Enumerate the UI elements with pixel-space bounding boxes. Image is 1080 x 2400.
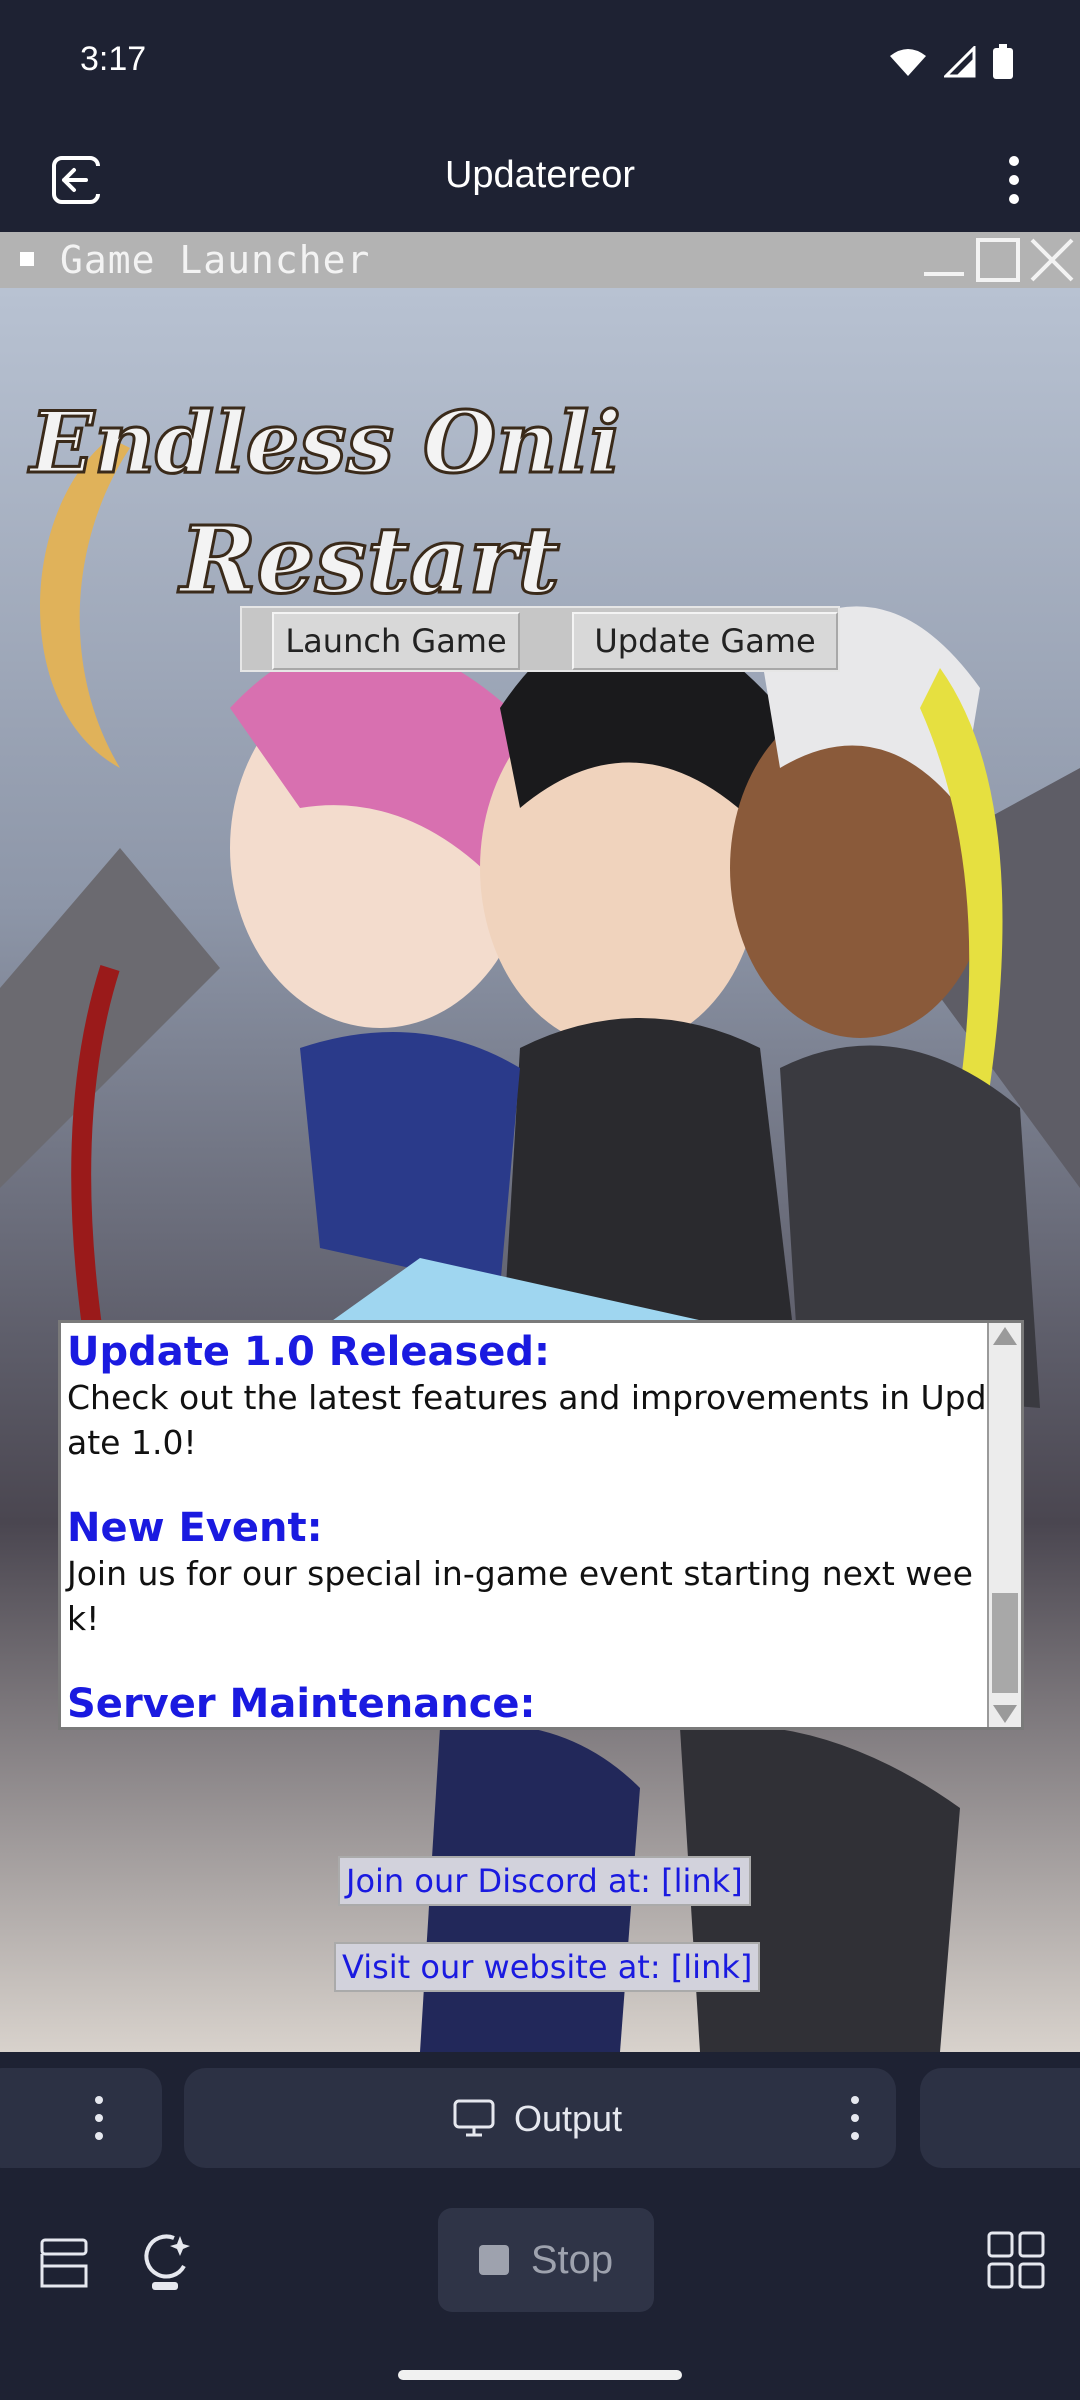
scroll-down-icon[interactable] <box>993 1705 1017 1723</box>
logo-line1: Endless Online <box>28 393 620 492</box>
update-game-button[interactable]: Update Game <box>572 612 838 670</box>
game-logo: Endless Online Restart <box>27 392 621 603</box>
tab-output-label: Output <box>514 2098 623 2139</box>
status-icons <box>888 44 1014 80</box>
home-indicator[interactable] <box>398 2370 682 2380</box>
logo-line2: Restart <box>177 506 560 602</box>
news-scrollbar[interactable] <box>987 1323 1021 1727</box>
app-title: Updatereor <box>444 154 636 196</box>
window-title: Game Launcher <box>60 238 371 282</box>
scroll-up-icon[interactable] <box>993 1327 1017 1345</box>
tab-previous[interactable] <box>0 2068 162 2168</box>
stop-button[interactable]: Stop <box>438 2208 654 2312</box>
panel-tab-strip: Output <box>0 2052 1080 2200</box>
news-heading: Update 1.0 Released: <box>67 1329 551 1375</box>
more-vertical-icon <box>1009 156 1019 204</box>
maximize-icon[interactable] <box>974 236 1022 284</box>
status-bar: 3:17 <box>0 0 1080 130</box>
scroll-thumb[interactable] <box>992 1593 1018 1693</box>
close-icon[interactable] <box>1028 236 1076 284</box>
signal-icon <box>944 46 976 78</box>
news-heading: New Event: <box>67 1505 323 1551</box>
wifi-icon <box>890 49 926 76</box>
launch-game-button[interactable]: Launch Game <box>272 612 520 670</box>
news-panel[interactable]: Update 1.0 Released: Check out the lates… <box>58 1320 1024 1730</box>
launcher-button-bar: Launch Game Update Game <box>240 606 840 672</box>
stop-icon <box>478 2245 509 2275</box>
stack-icon[interactable] <box>36 2236 92 2292</box>
game-launcher-window: Game Launcher Endless Onli Restart Launc… <box>0 232 1080 2052</box>
grid-icon[interactable] <box>986 2230 1046 2290</box>
tab-output[interactable]: Output <box>184 2068 896 2168</box>
window-controls <box>920 232 1080 288</box>
ai-assist-icon[interactable] <box>140 2232 196 2292</box>
stop-label: Stop <box>530 2237 614 2282</box>
tab-output-menu-icon[interactable] <box>850 2096 860 2140</box>
bottom-bar: Stop <box>0 2200 1080 2400</box>
tab-menu-icon[interactable] <box>94 2096 104 2140</box>
news-heading: Server Maintenance: <box>67 1681 536 1727</box>
news-body: Check out the latest features and improv… <box>67 1378 987 1462</box>
monitor-icon <box>453 2099 495 2137</box>
tab-next[interactable] <box>920 2068 1080 2168</box>
battery-icon <box>993 44 1013 79</box>
news-content: Update 1.0 Released: Check out the lates… <box>67 1329 987 1727</box>
status-time: 3:17 <box>80 40 147 78</box>
minimize-icon[interactable] <box>920 236 968 284</box>
discord-link[interactable]: Join our Discord at: [link] <box>338 1856 751 1906</box>
window-titlebar: Game Launcher <box>0 232 1080 288</box>
window-menu-icon[interactable] <box>20 252 34 266</box>
news-body: Join us for our special in-game event st… <box>67 1554 973 1638</box>
website-link[interactable]: Visit our website at: [link] <box>334 1942 761 1992</box>
overflow-menu-button[interactable] <box>984 144 1044 216</box>
app-bar: Updatereor <box>0 130 1080 232</box>
